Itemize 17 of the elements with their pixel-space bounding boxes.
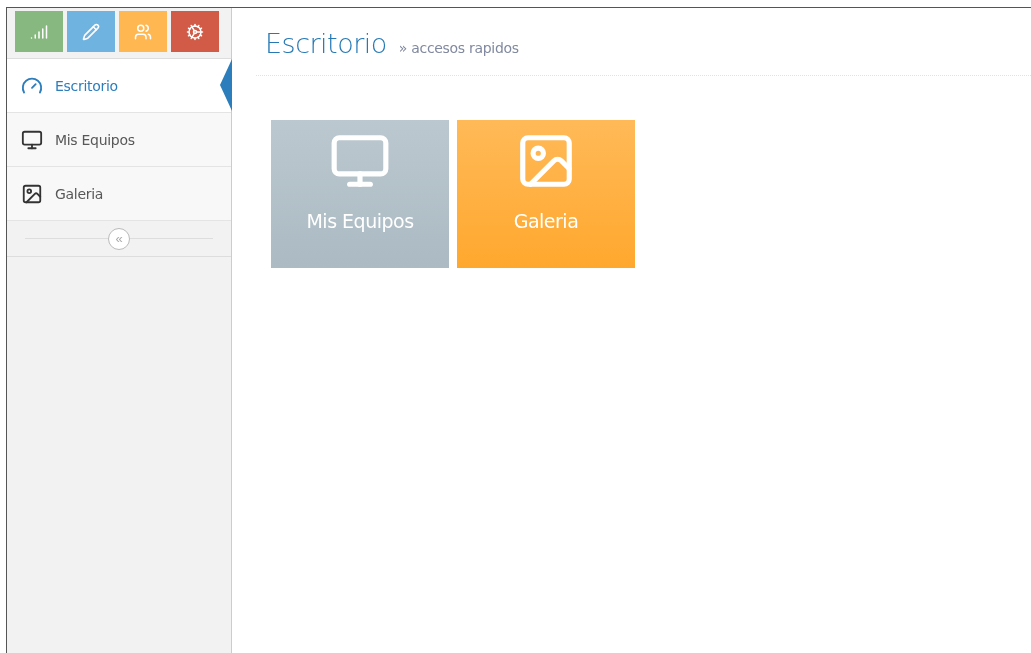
- sidebar-item[interactable]: Escritorio: [7, 59, 231, 113]
- page-title: Escritorio: [265, 28, 387, 59]
- sidebar-item[interactable]: Mis Equipos: [7, 113, 231, 167]
- shortcut-button[interactable]: [119, 11, 167, 52]
- pencil-icon: [82, 22, 100, 41]
- image-icon: [21, 182, 43, 205]
- signal-icon: [30, 22, 48, 41]
- shortcut-button[interactable]: [67, 11, 115, 52]
- users-icon: [134, 22, 152, 41]
- shortcut-button[interactable]: [15, 11, 63, 52]
- page-subtitle: » accesos rapidos: [398, 40, 519, 56]
- active-indicator: [220, 59, 232, 111]
- sidebar-item[interactable]: Galeria: [7, 167, 231, 221]
- monitor-icon: [21, 128, 43, 151]
- gears-icon: [186, 22, 204, 41]
- shortcut-button[interactable]: [171, 11, 219, 52]
- collapse-button[interactable]: «: [108, 227, 130, 250]
